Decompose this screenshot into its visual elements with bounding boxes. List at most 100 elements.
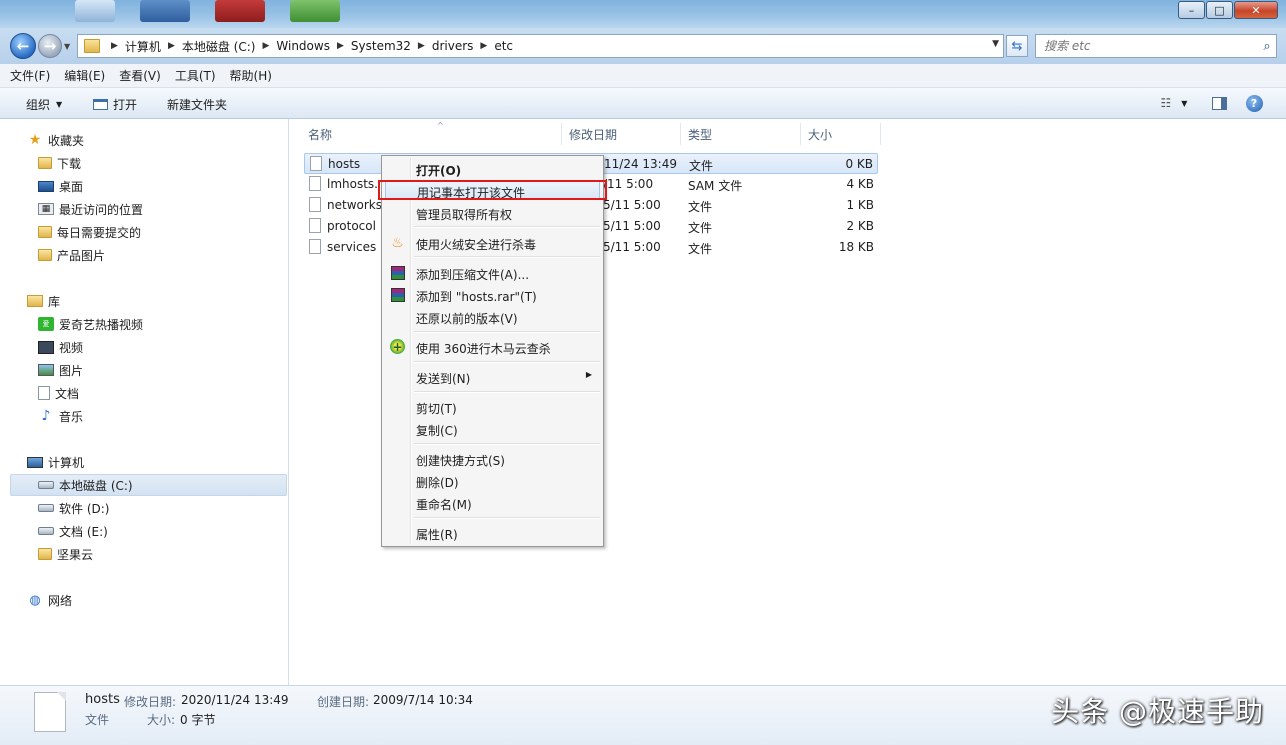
sidebar-item-jianguoyun[interactable]: 坚果云 bbox=[38, 543, 93, 565]
folder-icon bbox=[84, 39, 100, 53]
menu-label: 剪切(T) bbox=[416, 402, 457, 416]
360-icon: + bbox=[389, 338, 406, 355]
address-bar[interactable]: ▶ 计算机 ▶ 本地磁盘 (C:) ▶ Windows ▶ System32 ▶… bbox=[77, 34, 1004, 58]
breadcrumb-item[interactable]: Windows bbox=[276, 39, 330, 53]
sidebar-item-documents[interactable]: 文档 bbox=[38, 382, 79, 404]
file-type: 文件 bbox=[689, 159, 714, 173]
sidebar-computer[interactable]: 计算机 bbox=[27, 451, 84, 473]
refresh-button[interactable]: ⇆ bbox=[1006, 35, 1028, 57]
new-folder-button[interactable]: 新建文件夹 bbox=[167, 96, 227, 113]
winrar-icon bbox=[389, 264, 406, 281]
sidebar-item-local-disk-c[interactable]: 本地磁盘 (C:) bbox=[10, 474, 287, 496]
file-modified: 5/11 5:00 bbox=[603, 240, 661, 254]
breadcrumb-item[interactable]: 计算机 bbox=[125, 38, 161, 55]
menu-separator bbox=[414, 226, 600, 228]
details-type-value: 文件 bbox=[85, 713, 110, 727]
column-header-modified[interactable]: 修改日期 bbox=[561, 123, 681, 145]
menu-item-take-ownership[interactable]: 管理员取得所有权 bbox=[385, 203, 600, 223]
sidebar-item-iqiyi[interactable]: 爱 爱奇艺热播视频 bbox=[38, 313, 143, 335]
search-input[interactable] bbox=[1036, 39, 1258, 53]
forward-button[interactable]: → bbox=[38, 34, 62, 58]
breadcrumb-item[interactable]: 本地磁盘 (C:) bbox=[182, 38, 256, 55]
close-button[interactable]: ✕ bbox=[1234, 1, 1278, 19]
sidebar-label: 桌面 bbox=[59, 179, 84, 194]
sidebar-item-recent[interactable]: ▦ 最近访问的位置 bbox=[38, 198, 143, 220]
sidebar-label: 坚果云 bbox=[57, 547, 94, 562]
column-header-name[interactable]: ^ 名称 bbox=[300, 121, 562, 145]
sidebar-item-pictures[interactable]: 图片 bbox=[38, 359, 83, 381]
sidebar-item-product-images[interactable]: 产品图片 bbox=[38, 244, 105, 266]
chevron-right-icon[interactable]: ▶ bbox=[418, 41, 425, 51]
file-type: 文件 bbox=[688, 200, 713, 214]
breadcrumb-item[interactable]: System32 bbox=[351, 39, 411, 53]
chevron-right-icon[interactable]: ▶ bbox=[111, 41, 118, 51]
preview-pane-button[interactable] bbox=[1209, 93, 1229, 113]
menu-item-copy[interactable]: 复制(C) bbox=[385, 419, 600, 439]
organize-button[interactable]: 组织 ▼ bbox=[26, 96, 62, 113]
file-size: 4 KB bbox=[846, 177, 874, 191]
column-label: 大小 bbox=[808, 127, 833, 142]
change-view-button[interactable]: ☷ ▼ bbox=[1154, 93, 1194, 113]
menu-tools[interactable]: 工具(T) bbox=[175, 67, 216, 84]
menu-label: 删除(D) bbox=[416, 476, 459, 490]
menu-label: 发送到(N) bbox=[416, 372, 471, 386]
menu-item-open[interactable]: 打开(O) bbox=[385, 159, 600, 179]
menu-label: 打开(O) bbox=[416, 164, 462, 178]
menu-file[interactable]: 文件(F) bbox=[10, 67, 50, 84]
menu-separator bbox=[414, 443, 600, 445]
menu-item-properties[interactable]: 属性(R) bbox=[385, 523, 600, 543]
menu-help[interactable]: 帮助(H) bbox=[230, 67, 272, 84]
column-header-type[interactable]: 类型 bbox=[680, 123, 801, 145]
sidebar-item-drive-d[interactable]: 软件 (D:) bbox=[38, 497, 109, 519]
file-icon bbox=[309, 197, 321, 212]
sidebar-libraries[interactable]: 库 bbox=[27, 290, 60, 312]
chevron-right-icon[interactable]: ▶ bbox=[168, 41, 175, 51]
menu-item-add-to-hosts-rar[interactable]: 添加到 "hosts.rar"(T) bbox=[385, 285, 600, 305]
chevron-right-icon[interactable]: ▶ bbox=[337, 41, 344, 51]
menu-item-restore-versions[interactable]: 还原以前的版本(V) bbox=[385, 307, 600, 327]
file-size: 18 KB bbox=[838, 240, 874, 254]
menu-edit[interactable]: 编辑(E) bbox=[64, 67, 105, 84]
file-name: protocol bbox=[327, 219, 376, 233]
chevron-right-icon[interactable]: ▶ bbox=[262, 41, 269, 51]
address-dropdown-icon[interactable]: ▼ bbox=[992, 39, 999, 49]
menu-item-add-to-archive[interactable]: 添加到压缩文件(A)... bbox=[385, 263, 600, 283]
menu-item-360-scan[interactable]: + 使用 360进行木马云查杀 bbox=[385, 337, 600, 357]
breadcrumb-item[interactable]: etc bbox=[494, 39, 513, 53]
menu-item-rename[interactable]: 重命名(M) bbox=[385, 493, 600, 513]
sidebar-item-downloads[interactable]: 下载 bbox=[38, 152, 81, 174]
maximize-button[interactable]: □ bbox=[1206, 1, 1233, 19]
back-button[interactable]: ← bbox=[10, 33, 36, 59]
menu-item-send-to[interactable]: 发送到(N) ▶ bbox=[385, 367, 600, 387]
search-box[interactable]: ⌕ bbox=[1035, 34, 1277, 58]
file-name: lmhosts. bbox=[327, 177, 378, 191]
file-name: networks bbox=[327, 198, 382, 212]
file-type: 文件 bbox=[688, 221, 713, 235]
search-icon[interactable]: ⌕ bbox=[1258, 39, 1276, 54]
menu-view[interactable]: 查看(V) bbox=[119, 67, 161, 84]
column-header-size[interactable]: 大小 bbox=[800, 123, 881, 145]
computer-icon bbox=[27, 456, 43, 468]
help-button[interactable]: ? bbox=[1244, 93, 1264, 113]
sidebar-favorites[interactable]: ★ 收藏夹 bbox=[27, 129, 84, 151]
arrow-right-icon: → bbox=[43, 37, 57, 55]
folder-icon bbox=[38, 157, 52, 169]
menu-label: 添加到 "hosts.rar"(T) bbox=[416, 290, 537, 304]
sidebar-item-videos[interactable]: 视频 bbox=[38, 336, 83, 358]
menu-item-create-shortcut[interactable]: 创建快捷方式(S) bbox=[385, 449, 600, 469]
menu-item-cut[interactable]: 剪切(T) bbox=[385, 397, 600, 417]
history-dropdown-icon[interactable]: ▼ bbox=[64, 42, 70, 51]
sidebar-item-desktop[interactable]: 桌面 bbox=[38, 175, 83, 197]
sidebar-network[interactable]: ◍ 网络 bbox=[27, 589, 72, 611]
chevron-right-icon[interactable]: ▶ bbox=[480, 41, 487, 51]
open-button[interactable]: 打开 bbox=[93, 96, 137, 113]
breadcrumb-item[interactable]: drivers bbox=[432, 39, 474, 53]
sidebar-label: 每日需要提交的 bbox=[57, 225, 142, 240]
sidebar-item-music[interactable]: ♪ 音乐 bbox=[38, 405, 83, 427]
command-bar: 组织 ▼ 打开 新建文件夹 ☷ ▼ ? bbox=[0, 88, 1286, 119]
menu-item-delete[interactable]: 删除(D) bbox=[385, 471, 600, 491]
sidebar-item-drive-e[interactable]: 文档 (E:) bbox=[38, 520, 108, 542]
menu-item-huorong-scan[interactable]: ♨ 使用火绒安全进行杀毒 bbox=[385, 233, 600, 253]
minimize-button[interactable]: – bbox=[1178, 1, 1205, 19]
sidebar-item-daily[interactable]: 每日需要提交的 bbox=[38, 221, 141, 243]
